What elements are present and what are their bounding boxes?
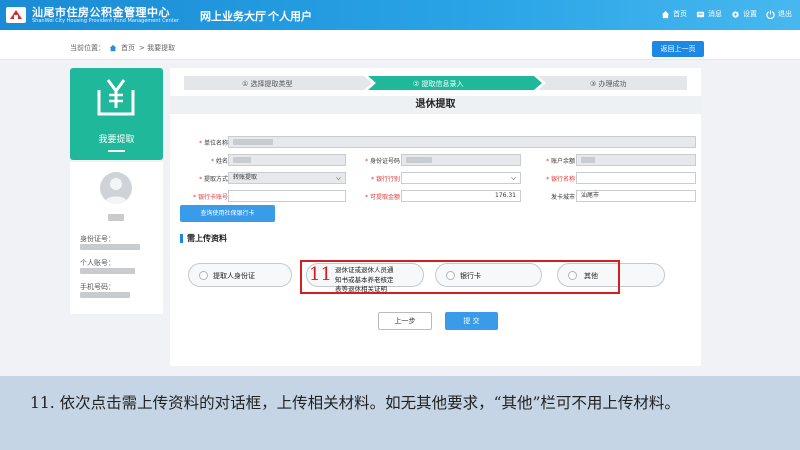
- submit-button[interactable]: 提 交: [445, 312, 498, 330]
- card-number-field[interactable]: [228, 190, 346, 202]
- yen-icon: [97, 79, 135, 116]
- method-label: * 提取方式: [199, 176, 228, 183]
- breadcrumb: 当前位置： 首页 > 我要提取: [70, 43, 175, 53]
- nav-settings[interactable]: 设置: [731, 9, 757, 19]
- user-type: 个人用户: [268, 10, 312, 23]
- phone-label: 手机号码：: [80, 283, 115, 291]
- city-field[interactable]: 汕尾市: [576, 190, 696, 202]
- org-name-en: ShanWei City Housing Provident Fund Mana…: [32, 18, 179, 24]
- bank-name-label: * 银行名称: [546, 176, 575, 183]
- upload-id-card-label: 提取人身份证: [213, 272, 255, 280]
- withdraw-card[interactable]: 我要提取: [70, 68, 163, 160]
- amount-field[interactable]: 176.31: [401, 190, 521, 202]
- method-value: 转账提取: [233, 174, 258, 181]
- bank-label: * 银行行别: [371, 176, 400, 183]
- nav-message-label: 消息: [708, 10, 722, 18]
- nav-home-label: 首页: [673, 10, 687, 18]
- name-field: [228, 154, 346, 166]
- balance-label: * 账户余额: [546, 158, 575, 165]
- step-3: ③ 办理成功: [590, 80, 627, 88]
- top-nav: 首页 消息 设置 退出: [661, 9, 792, 19]
- nav-home[interactable]: 首页: [661, 9, 687, 19]
- phone-masked: [80, 292, 130, 298]
- amount-label: * 可提取金额: [365, 194, 400, 201]
- breadcrumb-prefix: 当前位置：: [70, 44, 105, 52]
- form-panel: ① 选择提取类型 ② 提取信息录入 ③ 办理成功 退休提取 * 单位名称 * 姓…: [170, 68, 701, 366]
- gear-icon: [732, 10, 739, 18]
- upload-section-title: 需上传资料: [180, 233, 227, 244]
- home-icon: [661, 10, 670, 18]
- step-2: ② 提取信息录入: [413, 80, 464, 88]
- nav-logout[interactable]: 退出: [766, 9, 792, 19]
- chevron-down-icon: [336, 177, 341, 181]
- radio-icon: [199, 271, 208, 280]
- previous-button[interactable]: 上一步: [378, 312, 432, 330]
- section-marker: [180, 234, 183, 243]
- step-1: ① 选择提取类型: [242, 80, 293, 88]
- unit-name-field: [228, 136, 696, 148]
- bank-select[interactable]: [401, 172, 521, 184]
- query-bank-card-button[interactable]: 查询使用社保银行卡: [180, 205, 275, 222]
- avatar: [100, 172, 132, 204]
- nav-logout-label: 退出: [778, 10, 792, 18]
- user-panel: 身份证号： 个人账号： 手机号码：: [70, 162, 163, 314]
- account-masked: [80, 268, 135, 274]
- annotation-number: 11: [309, 264, 332, 285]
- home-icon: [109, 44, 117, 52]
- account-label: 个人账号：: [80, 259, 115, 267]
- unit-name-label: * 单位名称: [199, 140, 228, 147]
- method-select[interactable]: 转账提取: [228, 172, 346, 184]
- upload-section-label: 需上传资料: [187, 234, 227, 243]
- id-number-field: [401, 154, 521, 166]
- user-name-masked: [108, 214, 124, 221]
- id-number-form-label: * 身份证号码: [365, 158, 400, 165]
- breadcrumb-home[interactable]: 首页: [121, 43, 135, 53]
- caption-text: 11. 依次点击需上传资料的对话框，上传相关材料。如无其他要求，“其他”栏可不用…: [30, 394, 680, 412]
- top-header: 汕尾市住房公积金管理中心 ShanWei City Housing Provid…: [0, 0, 800, 30]
- hall-title: 网上业务大厅: [200, 10, 266, 23]
- message-icon: [696, 11, 705, 17]
- breadcrumb-current: > 我要提取: [139, 44, 176, 52]
- card-label: * 银行卡账号: [193, 194, 228, 201]
- bank-name-field[interactable]: [576, 172, 696, 184]
- annotation-highlight: [300, 260, 620, 294]
- withdraw-card-title: 我要提取: [98, 135, 135, 145]
- logout-icon: [766, 9, 775, 19]
- id-number-label: 身份证号：: [80, 235, 115, 243]
- user-icon: [104, 178, 128, 204]
- upload-id-card[interactable]: 提取人身份证: [188, 263, 292, 287]
- instruction-caption: 11. 依次点击需上传资料的对话框，上传相关材料。如无其他要求，“其他”栏可不用…: [0, 376, 800, 450]
- nav-settings-label: 设置: [743, 10, 757, 18]
- chevron-down-icon: [511, 177, 516, 181]
- form-title: 退休提取: [170, 96, 701, 114]
- card-underline: [108, 150, 125, 152]
- back-button[interactable]: 返回上一页: [652, 41, 704, 57]
- name-label: * 姓名: [211, 158, 228, 165]
- id-number-masked: [80, 244, 140, 250]
- nav-message[interactable]: 消息: [696, 9, 722, 19]
- balance-field: [576, 154, 696, 166]
- city-label: 发卡城市: [550, 194, 575, 201]
- logo-icon: [6, 7, 26, 23]
